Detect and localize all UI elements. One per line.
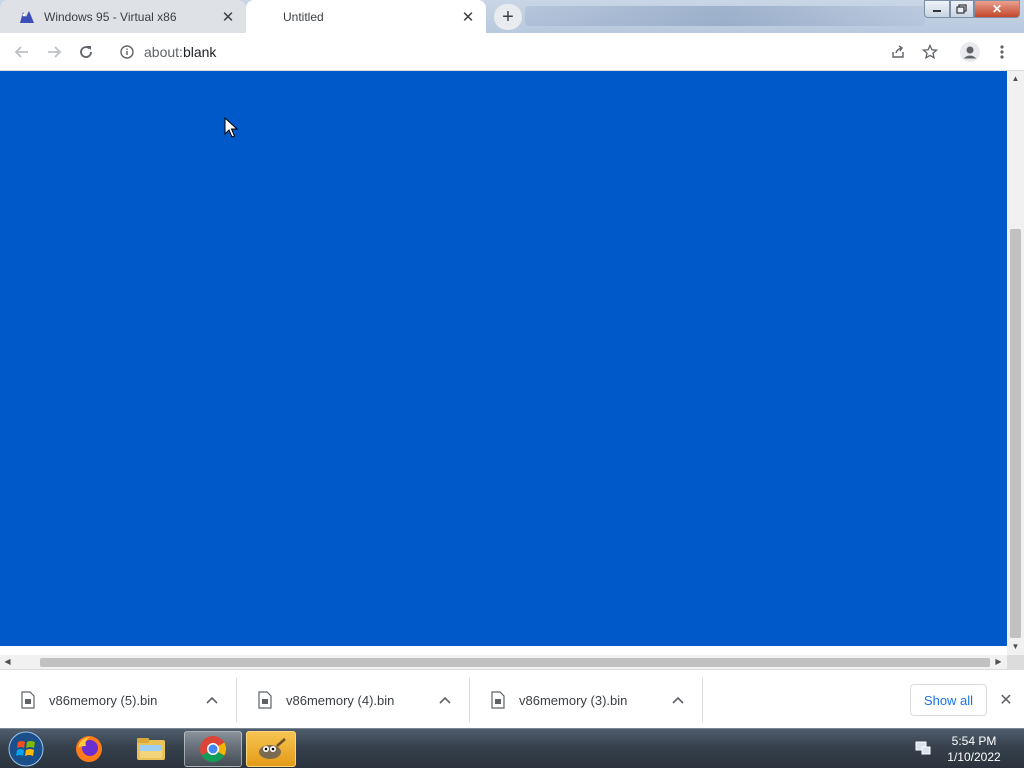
taskbar-chrome[interactable] [184, 731, 242, 767]
taskbar-file-explorer[interactable] [122, 731, 180, 767]
reload-button[interactable] [70, 36, 102, 68]
clock-date: 1/10/2022 [947, 750, 1001, 764]
minimize-icon [933, 10, 941, 12]
menu-button[interactable] [986, 36, 1018, 68]
mouse-cursor-icon [224, 117, 238, 138]
scroll-down-icon[interactable]: ▼ [1011, 642, 1020, 651]
background-window-title [525, 6, 925, 26]
kebab-menu-icon [1000, 45, 1004, 59]
file-icon [258, 691, 272, 709]
network-icon[interactable] [914, 739, 932, 757]
close-icon[interactable]: ✕ [996, 690, 1016, 710]
scrollbar-corner [1007, 655, 1024, 669]
horizontal-scrollbar[interactable]: ◀ ▶ [0, 655, 1007, 669]
url-scheme: about: [144, 44, 183, 60]
browser-toolbar: about:blank [0, 33, 1024, 71]
firefox-icon [76, 736, 102, 762]
reload-icon [80, 45, 92, 58]
v86-icon [18, 9, 36, 25]
profile-icon [960, 42, 980, 62]
system-clock[interactable]: 5:54 PM 1/10/2022 [938, 733, 1010, 765]
clock-time: 5:54 PM [951, 734, 997, 748]
scroll-left-icon[interactable]: ◀ [3, 657, 12, 666]
tab-close-icon[interactable]: ✕ [220, 9, 236, 26]
share-button[interactable] [882, 36, 914, 68]
restore-icon [956, 4, 967, 14]
tab-strip: Windows 95 - Virtual x86 ✕ Untitled ✕ + … [0, 0, 1024, 33]
page-content-margin [0, 646, 1007, 655]
scroll-up-icon[interactable]: ▲ [1011, 74, 1020, 83]
window-close-button[interactable]: ✕ [974, 0, 1020, 18]
chevron-up-icon[interactable] [435, 690, 455, 710]
download-item[interactable]: v86memory (3).bin [470, 678, 703, 722]
chrome-icon [200, 736, 227, 763]
window-controls: ✕ [924, 0, 1020, 20]
back-arrow-icon [14, 45, 28, 58]
taskbar-gimp[interactable] [246, 731, 296, 767]
vertical-scrollbar[interactable]: ▲ ▼ [1007, 71, 1024, 655]
tab-close-icon[interactable]: ✕ [460, 9, 476, 26]
download-filename: v86memory (5).bin [49, 692, 158, 708]
download-filename: v86memory (3).bin [519, 692, 628, 708]
tab-untitled[interactable]: Untitled ✕ [246, 0, 486, 33]
toolbar-actions [882, 33, 1018, 71]
start-button[interactable] [6, 730, 46, 768]
download-item[interactable]: v86memory (5).bin [0, 678, 237, 722]
address-bar[interactable]: about:blank [110, 37, 950, 67]
page-content[interactable] [0, 71, 1007, 646]
show-all-button[interactable]: Show all [910, 684, 987, 716]
file-icon [491, 691, 505, 709]
file-icon [21, 691, 35, 709]
info-icon[interactable] [118, 43, 136, 61]
taskbar-firefox[interactable] [60, 731, 118, 767]
plus-icon: + [502, 5, 514, 28]
windows-taskbar: 5:54 PM 1/10/2022 [0, 728, 1024, 768]
close-icon: ✕ [991, 2, 1003, 16]
horizontal-scroll-thumb[interactable] [40, 658, 990, 667]
file-explorer-icon [137, 738, 165, 760]
url-text: about:blank [144, 44, 216, 60]
tab-windows95[interactable]: Windows 95 - Virtual x86 ✕ [0, 0, 246, 33]
download-item[interactable]: v86memory (4).bin [237, 678, 470, 722]
back-button[interactable] [6, 36, 38, 68]
forward-arrow-icon [48, 45, 62, 58]
share-icon [892, 45, 904, 58]
star-icon [922, 44, 938, 60]
forward-button[interactable] [38, 36, 70, 68]
chevron-up-icon[interactable] [668, 690, 688, 710]
download-shelf: v86memory (5).bin v86memory (4).bin v86m… [0, 669, 1024, 728]
minimize-button[interactable] [924, 0, 950, 18]
scroll-right-icon[interactable]: ▶ [994, 657, 1003, 666]
bookmark-button[interactable] [914, 36, 946, 68]
restore-button[interactable] [950, 0, 974, 18]
download-filename: v86memory (4).bin [286, 692, 395, 708]
tab-title: Windows 95 - Virtual x86 [44, 9, 177, 24]
url-path: blank [182, 44, 217, 60]
chevron-up-icon[interactable] [202, 690, 222, 710]
vertical-scroll-thumb[interactable] [1010, 229, 1021, 638]
tab-title: Untitled [283, 9, 324, 24]
new-tab-button[interactable]: + [494, 4, 522, 30]
start-orb-icon [8, 731, 44, 767]
profile-button[interactable] [954, 36, 986, 68]
gimp-icon [259, 738, 286, 759]
